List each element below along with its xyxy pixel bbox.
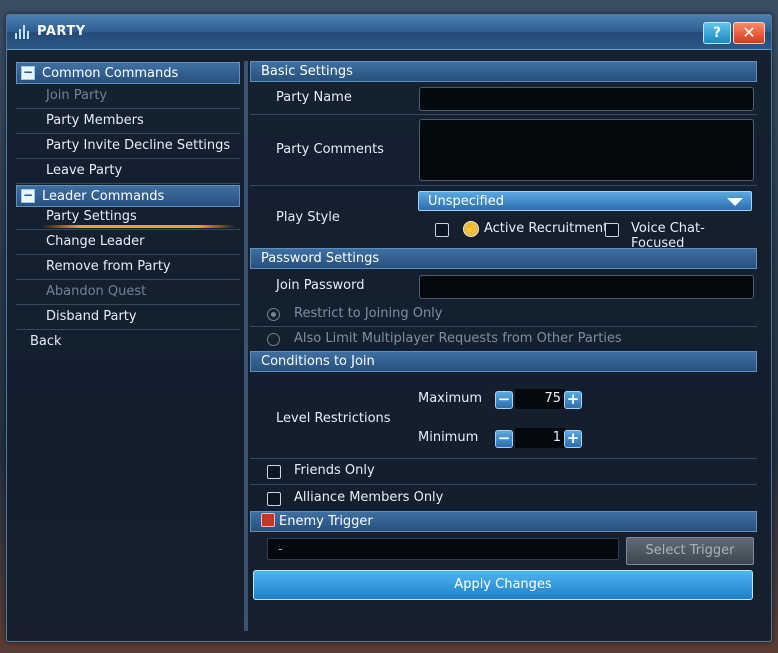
restrict-option-label: Restrict to Joining Only	[294, 306, 443, 321]
party-name-label: Party Name	[276, 90, 352, 105]
party-comments-input[interactable]	[419, 119, 754, 181]
nav-item-leave-party[interactable]: Leave Party	[16, 159, 240, 184]
friends-only-checkbox[interactable]	[267, 465, 281, 479]
help-button[interactable]: ?	[703, 22, 731, 44]
voice-chat-label: Voice Chat-Focused	[631, 221, 705, 251]
enemy-icon	[261, 513, 275, 527]
party-window: PARTY ? ✕ − Common Commands Join Party P…	[6, 14, 772, 642]
active-recruitment-checkbox[interactable]	[435, 223, 449, 237]
close-button[interactable]: ✕	[733, 22, 765, 44]
active-recruitment-label: Active Recruitment	[484, 221, 609, 236]
leader-commands-header[interactable]: − Leader Commands	[16, 185, 240, 207]
leader-commands-label: Leader Commands	[42, 188, 165, 204]
play-style-select[interactable]: Unspecified	[418, 191, 752, 211]
panel-divider	[244, 61, 248, 631]
alliance-only-label: Alliance Members Only	[294, 490, 444, 505]
party-name-row: Party Name	[250, 82, 757, 115]
party-logo-icon	[15, 25, 35, 39]
window-title: PARTY	[37, 24, 86, 39]
maximum-label: Maximum	[418, 391, 483, 406]
restrict-option-row: Restrict to Joining Only	[250, 302, 757, 327]
select-trigger-button[interactable]: Select Trigger	[626, 537, 754, 565]
limit-radio[interactable]	[267, 333, 280, 346]
enemy-trigger-field[interactable]: -	[267, 538, 619, 560]
maximum-increase-button[interactable]: +	[564, 391, 582, 409]
enemy-trigger-row: - Select Trigger	[250, 532, 757, 567]
basic-settings-header: Basic Settings	[250, 61, 757, 82]
collapse-icon[interactable]: −	[21, 66, 35, 80]
nav-item-join-party: Join Party	[16, 84, 240, 109]
minimum-label: Minimum	[418, 430, 479, 445]
friends-only-label: Friends Only	[294, 463, 375, 478]
apply-changes-button[interactable]: Apply Changes	[253, 570, 753, 600]
common-commands-label: Common Commands	[42, 65, 179, 81]
play-style-label: Play Style	[276, 210, 340, 225]
nav-item-party-settings[interactable]: Party Settings	[16, 207, 240, 230]
nav-item-remove-from-party[interactable]: Remove from Party	[16, 255, 240, 280]
conditions-header: Conditions to Join	[250, 351, 757, 372]
level-restrictions-label: Level Restrictions	[276, 411, 391, 426]
party-comments-label: Party Comments	[276, 142, 384, 157]
minimum-decrease-button[interactable]: −	[495, 430, 513, 448]
play-style-value: Unspecified	[428, 194, 504, 209]
command-sidebar: − Common Commands Join Party Party Membe…	[16, 62, 240, 354]
recruitment-icon: ✋	[463, 221, 479, 237]
level-restrictions-row: Level Restrictions Maximum − 75 + Minimu…	[250, 372, 757, 459]
nav-item-disband-party[interactable]: Disband Party	[16, 305, 240, 330]
settings-panel: Basic Settings Party Name Party Comments…	[250, 61, 757, 603]
apply-row: Apply Changes	[250, 567, 757, 603]
enemy-trigger-header: Enemy Trigger	[250, 511, 757, 532]
restrict-radio[interactable]	[267, 308, 280, 321]
join-password-input[interactable]	[419, 275, 754, 299]
common-commands-header[interactable]: − Common Commands	[16, 62, 240, 84]
back-button[interactable]: Back	[16, 330, 240, 354]
nav-item-party-members[interactable]: Party Members	[16, 109, 240, 134]
minimum-increase-button[interactable]: +	[564, 430, 582, 448]
voice-chat-checkbox[interactable]	[605, 223, 619, 237]
chevron-down-icon	[727, 198, 743, 206]
limit-option-label: Also Limit Multiplayer Requests from Oth…	[294, 331, 622, 346]
limit-option-row: Also Limit Multiplayer Requests from Oth…	[250, 327, 757, 351]
password-settings-header: Password Settings	[250, 248, 757, 269]
maximum-decrease-button[interactable]: −	[495, 391, 513, 409]
nav-item-abandon-quest: Abandon Quest	[16, 280, 240, 305]
nav-item-change-leader[interactable]: Change Leader	[16, 230, 240, 255]
join-password-row: Join Password	[250, 269, 757, 302]
friends-only-row: Friends Only	[250, 459, 757, 485]
collapse-icon[interactable]: −	[21, 189, 35, 203]
nav-item-party-invite-decline[interactable]: Party Invite Decline Settings	[16, 134, 240, 159]
party-comments-row: Party Comments	[250, 115, 757, 186]
join-password-label: Join Password	[276, 278, 365, 293]
alliance-only-checkbox[interactable]	[267, 492, 281, 506]
maximum-value[interactable]: 75	[515, 389, 565, 409]
minimum-value[interactable]: 1	[515, 428, 565, 448]
enemy-trigger-label: Enemy Trigger	[279, 514, 373, 529]
alliance-only-row: Alliance Members Only	[250, 485, 757, 511]
play-style-row: Play Style Unspecified ✋ Active Recruitm…	[250, 186, 757, 251]
title-bar: PARTY ? ✕	[7, 15, 771, 50]
party-name-input[interactable]	[419, 87, 754, 111]
